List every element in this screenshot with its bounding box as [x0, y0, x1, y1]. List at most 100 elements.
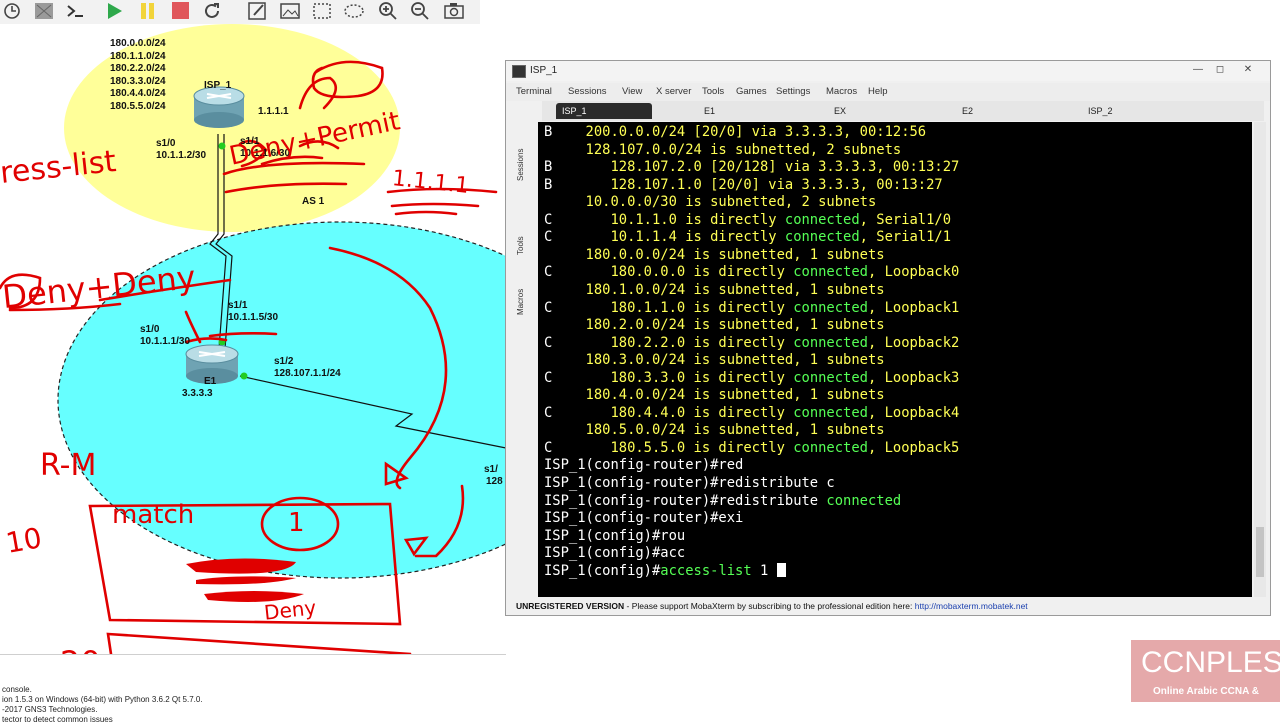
status-bar: UNREGISTERED VERSION - Please support Mo… [516, 601, 1028, 611]
terminal-line: ISP_1(config-router)#exi [544, 510, 743, 528]
mobatek-link[interactable]: http://mobaxterm.mobatek.net [915, 601, 1028, 611]
terminal-text-segment: access-list [660, 562, 752, 579]
stop-icon[interactable] [166, 0, 194, 22]
terminal-text-segment: connected [793, 404, 868, 421]
watermark-tagline: Online Arabic CCNA & [1153, 686, 1259, 697]
as1-label: AS 1 [302, 196, 325, 207]
interface-label: s1/ [484, 464, 498, 475]
terminal-text-segment: 180.4.0.0/24 is subnetted, 1 subnets [544, 387, 885, 404]
zoom-out-icon[interactable] [406, 0, 434, 22]
sidebar-sessions[interactable]: Sessions [516, 149, 525, 181]
suspend-icon[interactable] [134, 0, 162, 22]
sidebar-macros[interactable]: Macros [516, 289, 525, 315]
terminal-text-segment: 200.0.0.0/24 [20/0] via 3.3.3.3, 00:12:5… [585, 124, 927, 140]
ink-match-text: match [112, 500, 195, 530]
console-line: tector to detect common issues [2, 715, 113, 724]
terminal-text-segment: C [544, 299, 611, 316]
terminal-text-segment: B [544, 159, 611, 176]
interface-label: s1/0 [140, 324, 160, 335]
terminal-text-segment: 10.1.1.0 is directly [610, 211, 785, 228]
scroll-thumb[interactable] [1256, 527, 1264, 577]
menu-sessions[interactable]: Sessions [568, 86, 607, 97]
snapshot-icon[interactable] [30, 0, 58, 22]
terminal-line: C 180.4.4.0 is directly connected, Loopb… [544, 405, 959, 423]
rectangle-icon[interactable] [308, 0, 336, 22]
interface-ip-label: 128 [486, 476, 503, 487]
network-label: 180.1.1.0/24 [110, 50, 166, 62]
tab-e1[interactable]: E1 [704, 103, 715, 119]
terminal-line: C 180.3.3.0 is directly connected, Loopb… [544, 370, 959, 388]
ccnp-watermark: CCNPLES Online Arabic CCNA & [1131, 640, 1280, 702]
menu-xserver[interactable]: X server [656, 86, 691, 97]
ink-rm-text: R-M [40, 448, 97, 483]
interface-ip-label: 128.107.1.1/24 [274, 368, 341, 379]
terminal-text-segment: ISP_1(config-router)#exi [544, 510, 744, 527]
start-icon[interactable] [100, 0, 128, 22]
screenshot-icon[interactable] [276, 0, 304, 22]
router-isp1-icon [193, 86, 245, 128]
menu-macros[interactable]: Macros [826, 86, 857, 97]
tab-ex[interactable]: EX [834, 103, 846, 119]
terminal-text-segment: C [544, 229, 611, 246]
window-title: ISP_1 [530, 65, 558, 76]
terminal-line: C 180.0.0.0 is directly connected, Loopb… [544, 264, 959, 282]
terminal-text-segment: , Loopback5 [867, 439, 960, 456]
terminal-text-segment: connected [793, 369, 868, 386]
window-titlebar[interactable]: ISP_1 — ◻ ✕ [506, 61, 1270, 81]
topology-drawing [0, 24, 506, 654]
terminal-line: 10.0.0.0/30 is subnetted, 2 subnets [544, 194, 877, 212]
camera-icon[interactable] [440, 0, 468, 22]
terminal-text-segment: connected [793, 334, 868, 351]
terminal-line: ISP_1(config)#rou [544, 528, 685, 546]
maximize-icon[interactable]: ◻ [1210, 63, 1230, 77]
terminal-line: 180.4.0.0/24 is subnetted, 1 subnets [544, 387, 885, 405]
router-isp1-label[interactable]: ISP_1 [204, 80, 231, 91]
console-line: ion 1.5.3 on Windows (64-bit) with Pytho… [2, 695, 203, 704]
mobaxterm-window: ISP_1 — ◻ ✕ Terminal Sessions View X ser… [505, 60, 1271, 616]
terminal-text-segment: C [544, 211, 611, 228]
ink-circle-number: 1 [288, 508, 305, 538]
terminal-line: ISP_1(config-router)#redistribute connec… [544, 493, 901, 511]
minimize-icon[interactable]: — [1188, 63, 1208, 77]
terminal-text-segment: 180.1.0.0/24 is subnetted, 1 subnets [544, 281, 885, 298]
terminal-line: 180.3.0.0/24 is subnetted, 1 subnets [544, 352, 885, 370]
terminal-output[interactable]: B 200.0.0.0/24 [20/0] via 3.3.3.3, 00:12… [538, 122, 1252, 597]
console-icon[interactable] [0, 0, 28, 22]
note-icon[interactable] [244, 0, 272, 22]
reload-icon[interactable] [198, 0, 226, 22]
menu-help[interactable]: Help [868, 86, 888, 97]
support-text: - Please support MobaXterm by subscribin… [624, 601, 913, 611]
terminal-text-segment: 180.2.0.0/24 is subnetted, 1 subnets [544, 317, 885, 334]
terminal-text-segment: 180.3.3.0 is directly [610, 369, 794, 386]
terminal-cursor [776, 562, 786, 577]
menu-games[interactable]: Games [736, 86, 767, 97]
menu-view[interactable]: View [622, 86, 642, 97]
terminal-line: C 180.5.5.0 is directly connected, Loopb… [544, 440, 959, 458]
terminal-text-segment: ISP_1(config-router)#redistribute c [544, 475, 835, 491]
network-label: 180.4.4.0/24 [110, 88, 166, 100]
terminal-text-segment: B [544, 176, 611, 193]
terminal-line: B 128.107.2.0 [20/128] via 3.3.3.3, 00:1… [544, 159, 959, 177]
tab-e2[interactable]: E2 [962, 103, 973, 119]
terminal-icon[interactable] [62, 0, 90, 22]
router-e1-label[interactable]: E1 [204, 376, 216, 387]
terminal-scrollbar[interactable] [1254, 122, 1266, 597]
interface-label: s1/2 [274, 356, 294, 367]
terminal-text-segment: connected [793, 439, 868, 456]
menu-settings[interactable]: Settings [776, 86, 810, 97]
ellipse-icon[interactable] [340, 0, 368, 22]
tab-isp1[interactable]: ISP_1 [556, 103, 652, 119]
terminal-text-segment: , Serial1/1 [859, 229, 952, 246]
console-line: console. [2, 685, 32, 694]
isp1-network-list: 180.0.0.0/24 180.1.1.0/24 180.2.2.0/24 1… [110, 38, 166, 114]
menu-terminal[interactable]: Terminal [516, 86, 552, 97]
terminal-text-segment: 180.3.0.0/24 is subnetted, 1 subnets [544, 352, 885, 369]
zoom-in-icon[interactable] [374, 0, 402, 22]
menu-bar: Terminal Sessions View X server Tools Ga… [506, 83, 1270, 101]
menu-tools[interactable]: Tools [702, 86, 724, 97]
close-icon[interactable]: ✕ [1238, 63, 1258, 77]
sidebar-tools[interactable]: Tools [516, 236, 525, 255]
terminal-line: B 128.107.1.0 [20/0] via 3.3.3.3, 00:13:… [544, 177, 943, 195]
terminal-text-segment: ISP_1(config)#rou [544, 527, 686, 544]
tab-isp2[interactable]: ISP_2 [1088, 103, 1113, 119]
